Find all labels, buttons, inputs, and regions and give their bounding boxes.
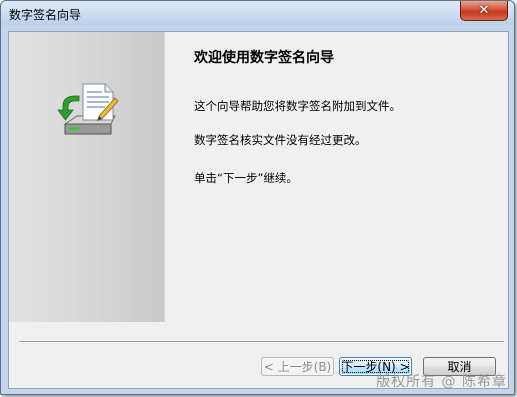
- wizard-client-area: 欢迎使用数字签名向导 这个向导帮助您将数字签名附加到文件。 数字签名核实文件没有…: [8, 31, 509, 389]
- instruction-text: 单击“下一步”继续。: [194, 171, 298, 185]
- intro-text: 这个向导帮助您将数字签名附加到文件。: [194, 99, 401, 113]
- back-button[interactable]: < 上一步(B): [261, 357, 334, 376]
- close-icon: ✕: [478, 3, 490, 18]
- button-separator: [19, 341, 504, 343]
- wizard-side-panel: [9, 32, 165, 322]
- close-button[interactable]: ✕: [460, 1, 508, 21]
- window-title: 数字签名向导: [9, 8, 82, 22]
- description-text: 数字签名核实文件没有经过更改。: [194, 133, 367, 147]
- copyright-watermark: 版权所有 @ 陈希章: [376, 374, 507, 390]
- document-with-green-arrow-into-drive-icon: [57, 83, 119, 135]
- wizard-heading: 欢迎使用数字签名向导: [194, 50, 334, 66]
- wizard-window: 数字签名向导 ✕ 欢迎使用数字签名向导 这个向导帮助您将数字签名附加到文件。 数…: [0, 0, 515, 395]
- title-bar[interactable]: 数字签名向导 ✕: [1, 1, 514, 25]
